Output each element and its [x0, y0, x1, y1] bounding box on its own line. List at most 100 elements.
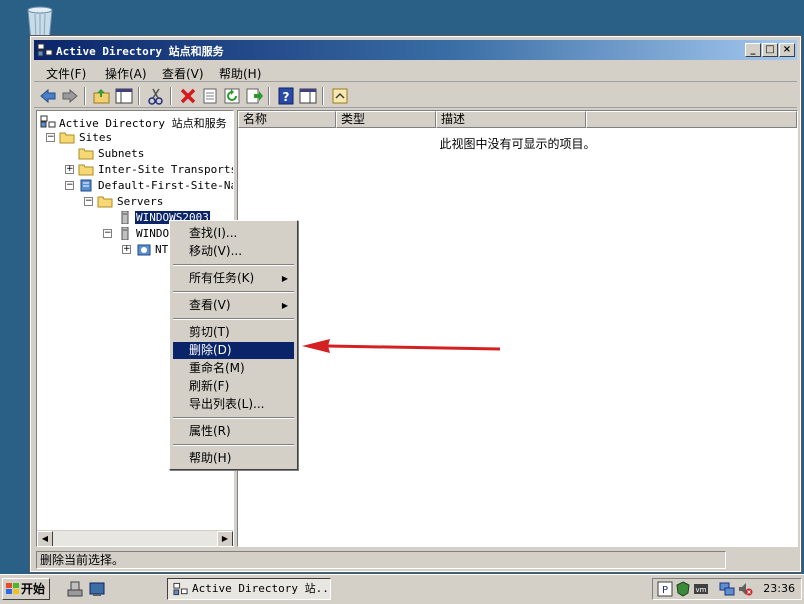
svg-text:P: P — [662, 585, 668, 596]
refresh-icon[interactable] — [222, 86, 242, 106]
export-icon[interactable] — [244, 86, 264, 106]
submenu-arrow-icon: ▶ — [281, 274, 288, 283]
menu-action[interactable]: 操作(A) — [105, 65, 147, 82]
taskbar-task-button[interactable]: Active Directory 站... — [167, 578, 331, 600]
annotation-arrow-icon — [302, 339, 501, 353]
expand-icon[interactable]: + — [65, 165, 74, 174]
maximize-button[interactable]: □ — [762, 43, 778, 57]
status-bar: 删除当前选择。 — [34, 550, 797, 570]
forward-icon[interactable] — [60, 86, 80, 106]
column-type[interactable]: 类型 — [336, 111, 436, 128]
volume-muted-icon[interactable] — [737, 581, 753, 597]
server-icon — [121, 211, 129, 224]
toolbar-separator — [170, 87, 172, 105]
folder-icon — [97, 196, 113, 208]
menu-item-export[interactable]: 导出列表(L)... — [173, 396, 294, 413]
site-icon — [80, 179, 92, 192]
menu-item-properties[interactable]: 属性(R) — [173, 423, 294, 440]
toolbar-separator — [322, 87, 324, 105]
show-desktop-icon[interactable] — [88, 580, 106, 598]
column-name[interactable]: 名称 — [238, 111, 336, 128]
open-icon[interactable] — [330, 86, 350, 106]
system-tray: P vm 23:36 — [652, 578, 802, 600]
title-bar[interactable]: Active Directory 站点和服务 _ □ × — [34, 40, 797, 60]
close-button[interactable]: × — [779, 43, 795, 57]
ad-sites-icon — [173, 582, 188, 596]
menu-view[interactable]: 查看(V) — [162, 65, 204, 82]
properties-icon[interactable] — [200, 86, 220, 106]
tree-root[interactable]: Active Directory 站点和服务 — [59, 115, 227, 131]
submenu-arrow-icon: ▶ — [281, 301, 288, 310]
expand-icon[interactable]: + — [122, 245, 131, 254]
help-icon[interactable]: ? — [276, 86, 296, 106]
collapse-icon[interactable]: − — [103, 229, 112, 238]
menu-item-rename[interactable]: 重命名(M) — [173, 360, 294, 377]
tree-ntds[interactable]: NT — [155, 243, 168, 256]
mmc-window: Active Directory 站点和服务 _ □ × 文件(F) 操作(A)… — [29, 35, 802, 573]
status-text: 删除当前选择。 — [36, 551, 726, 569]
menu-item-move[interactable]: 移动(V)... — [173, 243, 294, 260]
menu-item-find[interactable]: 查找(I)... — [173, 225, 294, 242]
cut-icon[interactable] — [146, 86, 166, 106]
svg-text:?: ? — [283, 90, 290, 104]
toolbar-separator — [138, 87, 140, 105]
menu-item-all-tasks-label: 所有任务(K) — [189, 271, 255, 285]
menu-item-view-label: 查看(V) — [189, 298, 231, 312]
menu-separator — [173, 291, 294, 293]
folder-icon — [78, 164, 94, 176]
collapse-icon[interactable]: − — [84, 197, 93, 206]
network-icon[interactable] — [719, 581, 735, 597]
collapse-icon[interactable]: − — [65, 181, 74, 190]
minimize-button[interactable]: _ — [745, 43, 761, 57]
menu-separator — [173, 444, 294, 446]
delete-icon[interactable] — [178, 86, 198, 106]
server-manager-icon[interactable] — [66, 580, 84, 598]
menu-file[interactable]: 文件(F) — [46, 65, 86, 82]
column-filler — [586, 111, 797, 128]
menu-separator — [173, 417, 294, 419]
ad-sites-icon — [40, 115, 56, 128]
menu-item-cut[interactable]: 剪切(T) — [173, 324, 294, 341]
menu-item-refresh[interactable]: 刷新(F) — [173, 378, 294, 395]
scroll-right-arrow-icon[interactable]: ▶ — [217, 531, 233, 546]
tree-servers[interactable]: Servers — [117, 195, 163, 208]
taskbar-task-label: Active Directory 站... — [192, 582, 331, 595]
server-icon — [121, 227, 129, 240]
empty-list-message: 此视图中没有可显示的项目。 — [439, 137, 596, 151]
toolbar: ? — [34, 84, 797, 108]
windows-logo-icon — [6, 583, 19, 594]
show-hide-tree-icon[interactable] — [114, 86, 134, 106]
menu-item-view[interactable]: 查看(V) ▶ — [173, 297, 294, 314]
menu-item-help[interactable]: 帮助(H) — [173, 450, 294, 467]
tree-sites[interactable]: Sites — [79, 131, 112, 144]
up-folder-icon[interactable] — [92, 86, 112, 106]
tree-subnets[interactable]: Subnets — [98, 147, 144, 160]
menu-separator — [173, 318, 294, 320]
tree-default-site[interactable]: Default-First-Site-Nam — [98, 179, 233, 192]
back-icon[interactable] — [38, 86, 58, 106]
taskbar: 开始 Active Directory 站... P vm 23:36 — [0, 574, 804, 604]
scroll-left-arrow-icon[interactable]: ◀ — [37, 531, 53, 546]
folder-icon — [78, 148, 94, 160]
column-description[interactable]: 描述 — [436, 111, 586, 128]
tree-inter-site[interactable]: Inter-Site Transports — [98, 163, 233, 176]
svg-text:vm: vm — [696, 586, 707, 594]
horizontal-scrollbar[interactable]: ◀ ▶ — [37, 530, 233, 546]
vm-icon[interactable]: vm — [693, 581, 709, 597]
clock: 23:36 — [763, 582, 795, 595]
collapse-icon[interactable]: − — [46, 133, 55, 142]
folder-icon — [59, 132, 75, 144]
view-icon[interactable] — [298, 86, 318, 106]
context-menu: 查找(I)... 移动(V)... 所有任务(K) ▶ 查看(V) ▶ 剪切(T) … — [169, 220, 298, 470]
menu-separator — [173, 264, 294, 266]
menu-help[interactable]: 帮助(H) — [219, 65, 261, 82]
start-button[interactable]: 开始 — [2, 578, 50, 600]
menu-item-all-tasks[interactable]: 所有任务(K) ▶ — [173, 270, 294, 287]
window-title: Active Directory 站点和服务 — [56, 45, 224, 58]
ntds-settings-icon — [137, 244, 151, 256]
security-icon[interactable] — [675, 581, 691, 597]
toolbar-separator — [268, 87, 270, 105]
menu-item-delete[interactable]: 删除(D) — [173, 342, 294, 359]
language-icon[interactable]: P — [657, 581, 673, 597]
list-pane[interactable]: 名称 类型 描述 此视图中没有可显示的项目。 — [237, 110, 798, 547]
